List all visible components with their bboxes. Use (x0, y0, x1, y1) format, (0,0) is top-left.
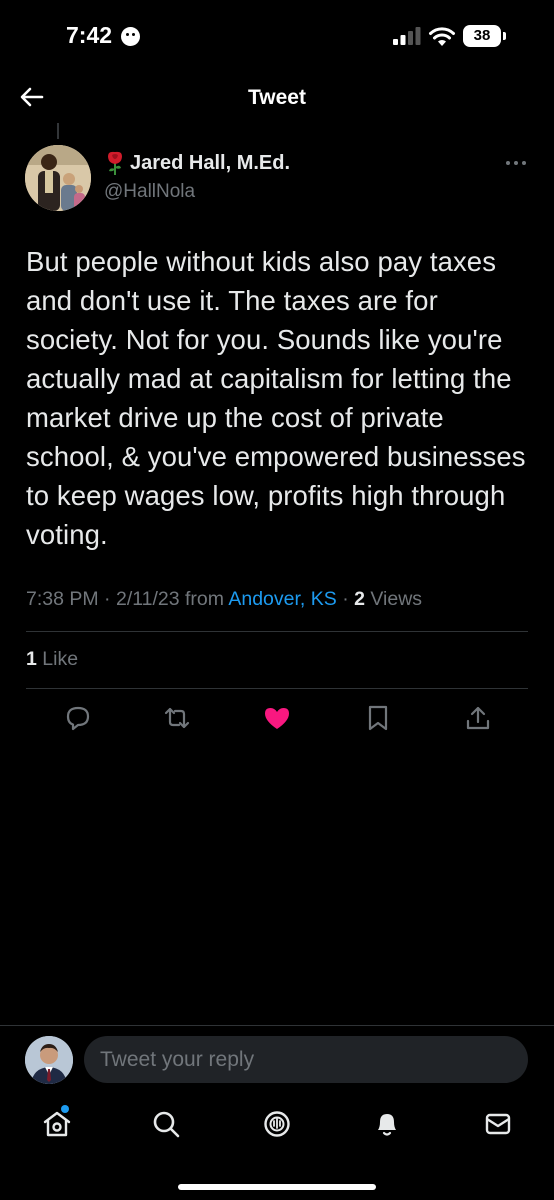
search-icon[interactable] (150, 1108, 182, 1140)
status-time: 7:42 (66, 22, 113, 48)
likes-row[interactable]: 1 Like (26, 648, 78, 671)
avatar-photo (25, 145, 91, 211)
page-title: Tweet (248, 86, 306, 109)
author-avatar[interactable] (25, 145, 91, 211)
home-indicator (178, 1184, 376, 1190)
spaces-icon[interactable] (261, 1108, 293, 1140)
home-notification-dot (61, 1105, 69, 1113)
home-icon[interactable] (41, 1108, 73, 1140)
avatar-photo (25, 1036, 73, 1084)
separator-dot: · (342, 588, 349, 610)
bookmark-icon[interactable] (364, 704, 392, 732)
divider (26, 631, 528, 632)
share-icon[interactable] (464, 704, 492, 732)
likes-label: Like (42, 648, 79, 670)
wifi-icon (429, 27, 455, 46)
notifications-icon[interactable] (371, 1108, 403, 1140)
thread-connector-line (57, 123, 59, 139)
tweet-location[interactable]: Andover, KS (228, 588, 336, 610)
like-icon[interactable] (263, 704, 291, 732)
focus-moon-icon (121, 27, 140, 46)
views-label: Views (370, 588, 423, 610)
battery-level: 38 (463, 25, 501, 47)
tweet-date[interactable]: 2/11/23 (116, 588, 180, 610)
bottom-tab-bar (0, 1100, 554, 1150)
reply-icon[interactable] (64, 704, 92, 732)
tweet-metadata: 7:38 PM · 2/11/23 from Andover, KS · 2 V… (26, 588, 422, 611)
tweet-time[interactable]: 7:38 PM (26, 588, 99, 610)
signal-icon (393, 27, 421, 45)
top-navigation-bar: Tweet (0, 70, 554, 125)
separator-dot: · (104, 588, 111, 610)
tweet-text: But people without kids also pay taxes a… (26, 246, 526, 550)
status-bar: 7:42 38 (0, 0, 554, 70)
rose-icon (108, 151, 122, 175)
retweet-icon[interactable] (163, 704, 191, 732)
current-user-avatar[interactable] (25, 1036, 73, 1084)
from-label: from (185, 588, 225, 610)
author-name-row[interactable]: Jared Hall, M.Ed. (104, 150, 290, 176)
reply-input[interactable] (84, 1036, 528, 1083)
author-name[interactable]: Jared Hall, M.Ed. (130, 152, 290, 175)
views-count: 2 (354, 588, 365, 610)
battery-icon: 38 (463, 25, 506, 47)
divider (0, 1025, 554, 1026)
likes-count: 1 (26, 648, 37, 670)
divider (26, 688, 528, 689)
tweet-actions (0, 700, 554, 740)
author-handle[interactable]: @HallNola (104, 181, 195, 203)
messages-icon[interactable] (482, 1108, 514, 1140)
more-options-icon[interactable] (505, 158, 527, 168)
